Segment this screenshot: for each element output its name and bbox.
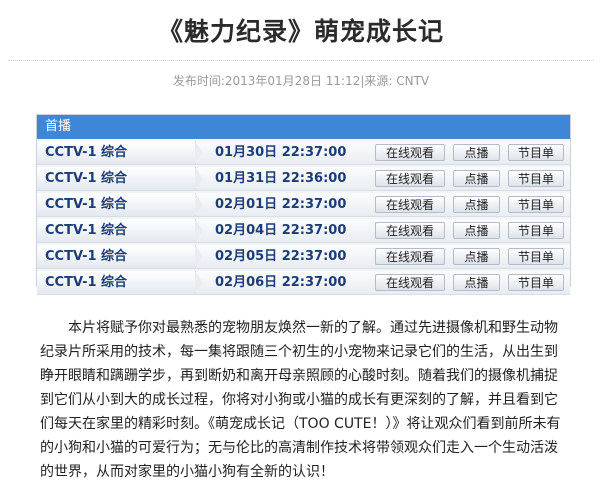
channel-name: CCTV-1 综合 xyxy=(37,167,203,190)
air-time: 02月01日 22:37:00 xyxy=(215,197,347,212)
watch-online-button[interactable]: 在线观看 xyxy=(375,248,445,265)
air-time: 02月04日 22:37:00 xyxy=(215,223,347,238)
vod-button[interactable]: 点播 xyxy=(453,196,500,213)
schedule-row: CCTV-1 综合 01月31日 22:36:00 在线观看 点播 节目单 xyxy=(37,167,570,191)
air-time: 02月06日 22:37:00 xyxy=(215,275,347,290)
program-list-button[interactable]: 节目单 xyxy=(508,248,564,265)
watch-online-button[interactable]: 在线观看 xyxy=(375,222,445,239)
schedule-header: 首播 xyxy=(37,115,570,139)
vod-button[interactable]: 点播 xyxy=(453,248,500,265)
vod-button[interactable]: 点播 xyxy=(453,222,500,239)
program-list-button[interactable]: 节目单 xyxy=(508,170,564,187)
channel-name: CCTV-1 综合 xyxy=(37,271,203,294)
publish-meta: 发布时间:2013年01月28日 11:12|来源: CNTV xyxy=(172,74,430,88)
title-divider xyxy=(8,60,594,61)
air-time: 02月05日 22:37:00 xyxy=(215,249,347,264)
watch-online-button[interactable]: 在线观看 xyxy=(375,196,445,213)
schedule-row: CCTV-1 综合 02月06日 22:37:00 在线观看 点播 节目单 xyxy=(37,271,570,295)
channel-name: CCTV-1 综合 xyxy=(37,141,203,164)
watch-online-button[interactable]: 在线观看 xyxy=(375,170,445,187)
vod-button[interactable]: 点播 xyxy=(453,170,500,187)
broadcast-schedule: 首播 CCTV-1 综合 01月30日 22:37:00 在线观看 点播 节目单… xyxy=(36,114,571,295)
program-list-button[interactable]: 节目单 xyxy=(508,196,564,213)
watch-online-button[interactable]: 在线观看 xyxy=(375,144,445,161)
watch-online-button[interactable]: 在线观看 xyxy=(375,274,445,291)
article-title: 《魅力纪录》萌宠成长记 xyxy=(157,17,444,46)
schedule-row: CCTV-1 综合 02月01日 22:37:00 在线观看 点播 节目单 xyxy=(37,193,570,217)
channel-name: CCTV-1 综合 xyxy=(37,219,203,242)
channel-name: CCTV-1 综合 xyxy=(37,245,203,268)
program-list-button[interactable]: 节目单 xyxy=(508,222,564,239)
article-body: 本片将赋予你对最熟悉的宠物朋友焕然一新的了解。通过先进摄像机和野生动物纪录片所采… xyxy=(40,320,561,480)
channel-name: CCTV-1 综合 xyxy=(37,193,203,216)
program-list-button[interactable]: 节目单 xyxy=(508,274,564,291)
vod-button[interactable]: 点播 xyxy=(453,144,500,161)
air-time: 01月31日 22:36:00 xyxy=(215,171,347,186)
schedule-row: CCTV-1 综合 01月30日 22:37:00 在线观看 点播 节目单 xyxy=(37,141,570,165)
program-list-button[interactable]: 节目单 xyxy=(508,144,564,161)
schedule-row: CCTV-1 综合 02月04日 22:37:00 在线观看 点播 节目单 xyxy=(37,219,570,243)
schedule-row: CCTV-1 综合 02月05日 22:37:00 在线观看 点播 节目单 xyxy=(37,245,570,269)
air-time: 01月30日 22:37:00 xyxy=(215,145,347,160)
vod-button[interactable]: 点播 xyxy=(453,274,500,291)
